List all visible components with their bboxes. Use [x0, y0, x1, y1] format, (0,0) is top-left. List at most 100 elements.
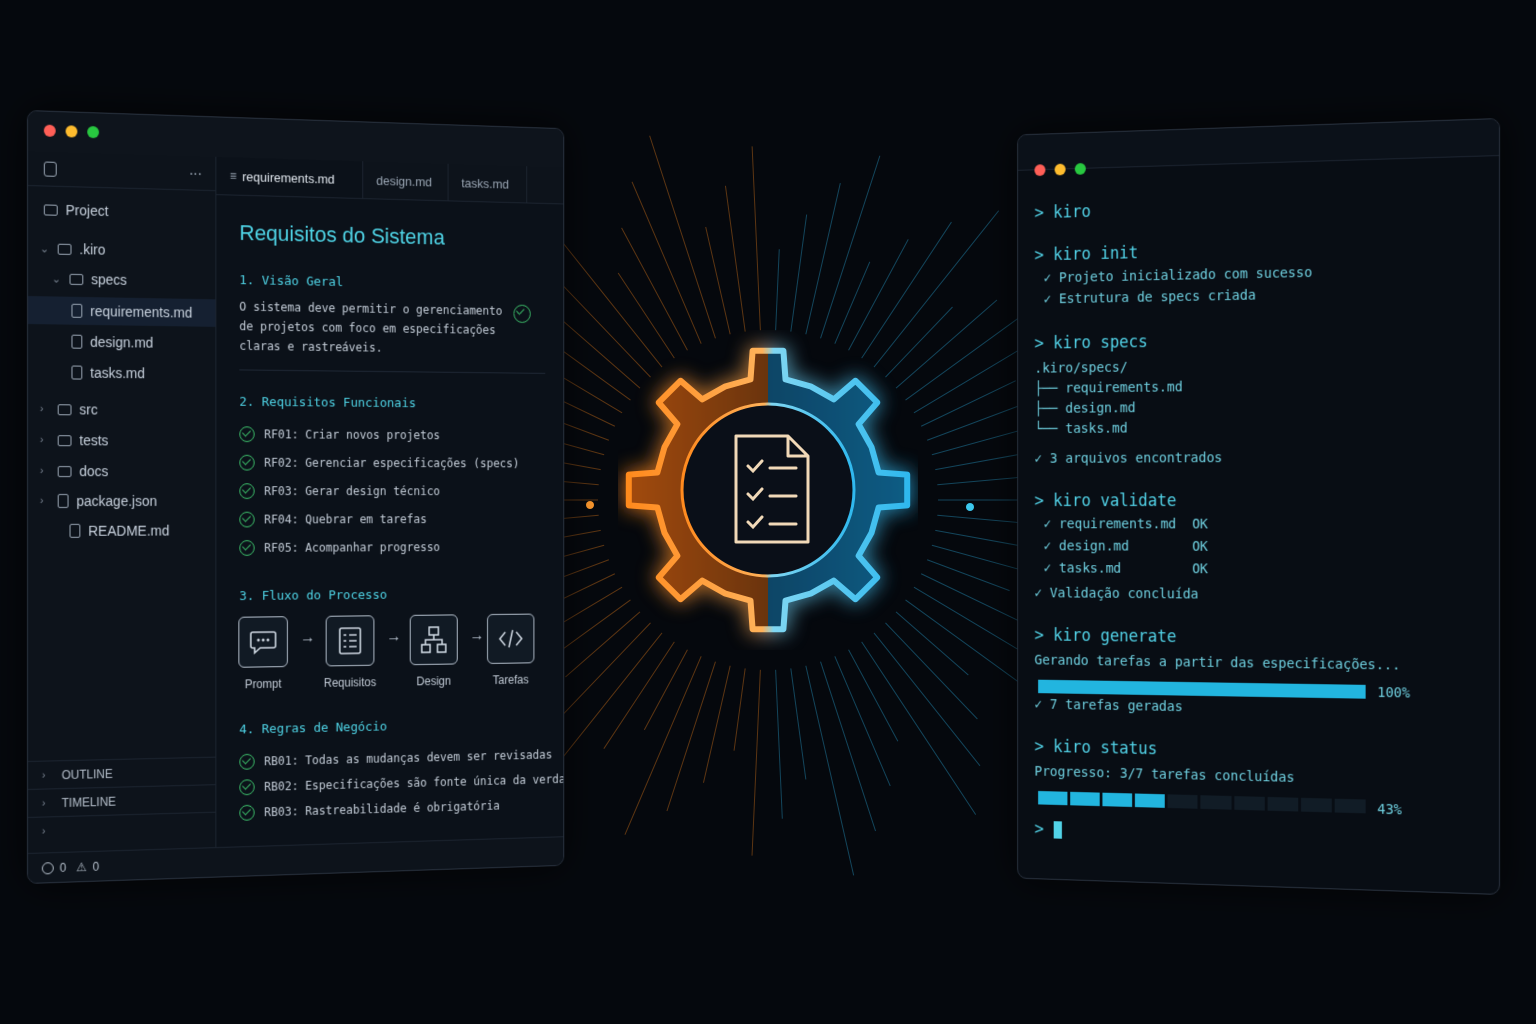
file-icon [71, 334, 83, 349]
tree-label: requirements.md [90, 303, 193, 321]
check-circle-icon [239, 804, 255, 821]
tree-item-src[interactable]: › src [28, 395, 215, 424]
circuit-line [558, 632, 663, 763]
more-actions-button[interactable]: ... [189, 162, 202, 180]
minimize-window-button[interactable] [1054, 163, 1066, 176]
outline-label: OUTLINE [61, 766, 113, 782]
circuit-line [775, 669, 783, 819]
circuit-line [790, 214, 808, 332]
requirement-item: RF01: Criar novos projetos [239, 426, 440, 443]
terminal-command: > kiro generate [1034, 625, 1177, 647]
spacer: › [39, 495, 44, 507]
rule-item: RB01: Todas as mudanças devem ser revisa… [239, 747, 552, 770]
progress-segment [1102, 792, 1133, 807]
flow-step-tarefas[interactable]: Tarefas [481, 613, 541, 688]
tree-label: src [79, 401, 98, 418]
terminal-output: ✓ Validação concluída [1034, 585, 1199, 603]
check-circle-icon [239, 753, 255, 770]
circuit-line [705, 226, 731, 335]
tab-label: requirements.md [242, 168, 335, 187]
check-circle-icon [513, 304, 531, 324]
progress-segment [1200, 795, 1232, 810]
circuit-line [751, 146, 761, 331]
terminal-output: Gerando tarefas a partir das especificaç… [1034, 652, 1401, 674]
tab-requirements[interactable]: ≡ requirements.md [216, 156, 364, 199]
circuit-line [643, 649, 688, 731]
tree-item-readme-md[interactable]: README.md [28, 517, 215, 545]
status-progress-bar [1038, 790, 1366, 814]
folder-icon [57, 243, 72, 255]
circuit-line [820, 661, 877, 832]
collapsed-panel-toggle[interactable]: › [27, 811, 216, 845]
tab-tasks[interactable]: tasks.md [448, 163, 528, 203]
editor-window: ... Project ⌄ .kiro ⌄ specs requirements.md de… [27, 110, 565, 884]
requirement-text: RF05: Acompanhar progresso [264, 540, 441, 555]
circuit-line [649, 135, 716, 339]
check-circle-icon [239, 426, 255, 443]
body-line: claras e rastreáveis. [239, 338, 383, 355]
check-circle-icon [239, 511, 255, 528]
terminal-output: ✓ Projeto inicializado com sucesso [1043, 265, 1313, 287]
tree-label: .kiro [79, 241, 106, 258]
explorer-root[interactable]: Project [43, 201, 108, 219]
chevron-down-icon: ⌄ [51, 272, 61, 286]
circuit-line [920, 380, 1016, 427]
error-icon[interactable] [41, 861, 54, 875]
section-3-title: 3. Fluxo do Processo [239, 588, 388, 604]
tab-design[interactable]: design.md [363, 161, 449, 201]
prompt-symbol: > [1034, 819, 1044, 840]
terminal-output: └── tasks.md [1034, 420, 1128, 437]
requirement-text: RF02: Gerenciar especificações (specs) [264, 455, 520, 471]
flow-step-label: Prompt [244, 676, 282, 692]
chevron-right-icon: › [39, 465, 44, 478]
maximize-window-button[interactable] [87, 125, 99, 139]
circuit-line [724, 185, 746, 332]
tree-item-package-json[interactable]: › package.json [28, 487, 215, 515]
section-1-title: 1. Visão Geral [239, 273, 344, 290]
folder-icon [57, 434, 72, 446]
tree-item-docs[interactable]: › docs [28, 457, 215, 485]
terminal-output: ├── design.md [1034, 400, 1136, 417]
circuit-line [631, 181, 702, 344]
maximize-window-button[interactable] [1074, 162, 1086, 175]
rule-item: RB02: Especificações são fonte única da … [239, 771, 564, 796]
circuit-line [666, 661, 716, 812]
flow-step-design[interactable]: Design [403, 614, 464, 688]
minimize-window-button[interactable] [65, 125, 78, 138]
terminal-output: ✓ design.md OK [1043, 538, 1208, 555]
circuit-line [702, 665, 731, 783]
cursor[interactable] [1053, 821, 1062, 839]
progress-segment [1300, 797, 1332, 813]
flow-step-prompt[interactable]: Prompt [232, 616, 295, 691]
file-icon [57, 494, 69, 508]
warning-icon[interactable]: ⚠ [76, 860, 87, 874]
divider [239, 369, 546, 374]
tree-item-tasks-md[interactable]: tasks.md [28, 358, 215, 388]
rule-text: RB01: Todas as mudanças devem ser revisa… [264, 747, 553, 769]
circuit-line [834, 656, 891, 787]
circuit-line [603, 641, 675, 749]
tree-item-design-md[interactable]: design.md [28, 327, 215, 357]
explorer-icon[interactable] [43, 161, 57, 177]
circuit-line [624, 656, 702, 835]
flow-step-requisitos[interactable]: Requisitos [319, 615, 381, 690]
tree-item--kiro[interactable]: ⌄ .kiro [28, 234, 215, 266]
tab-label: design.md [376, 172, 432, 189]
chevron-right-icon: › [39, 403, 44, 416]
folder-icon [57, 403, 72, 415]
error-count: 0 [59, 860, 67, 875]
terminal-command: > kiro status [1034, 737, 1158, 760]
close-window-button[interactable] [43, 124, 56, 137]
close-window-button[interactable] [1034, 164, 1046, 177]
tree-item-tests[interactable]: › tests [28, 426, 215, 455]
tree-item-requirements-md[interactable]: requirements.md [27, 296, 216, 327]
doc-title: Requisitos do Sistema [239, 220, 445, 250]
flow-step-label: Requisitos [323, 675, 377, 690]
terminal-window: > kiro > kiro init ✓ Projeto inicializado … [1017, 118, 1500, 895]
tree-item-specs[interactable]: ⌄ specs [28, 264, 215, 295]
arrow-right-icon: → [386, 628, 402, 646]
terminal-command: > kiro [1034, 202, 1091, 224]
file-icon [69, 523, 81, 538]
circuit-line [775, 249, 780, 331]
file-icon [71, 303, 83, 318]
